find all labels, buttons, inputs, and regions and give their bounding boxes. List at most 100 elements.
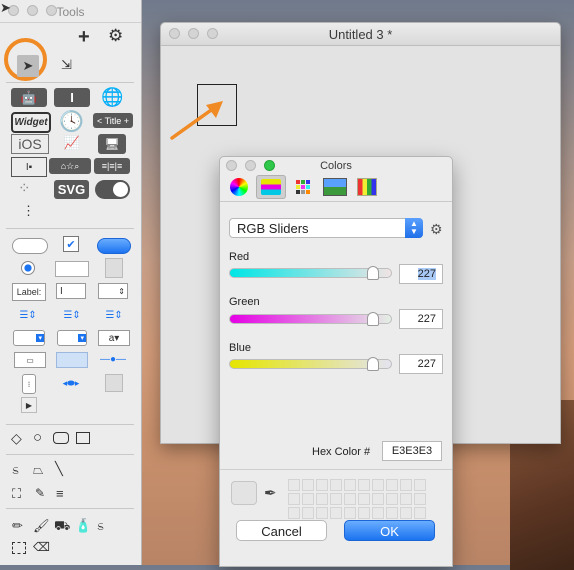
swatch-cell[interactable] xyxy=(400,507,412,519)
clock-icon[interactable]: 🕓 xyxy=(59,109,84,134)
spinner-icon[interactable]: ⁘ xyxy=(18,179,31,197)
slider-icon[interactable]: —●— xyxy=(98,352,128,366)
segmented-icon[interactable]: ≡|≡|≡ xyxy=(94,158,130,174)
eyedropper-icon[interactable]: ✒ xyxy=(264,484,277,502)
rect-icon[interactable] xyxy=(76,432,90,444)
spray-icon[interactable]: 🧴 xyxy=(75,518,91,534)
slider-mode-select[interactable]: RGB Sliders ▲ ▼ xyxy=(229,218,423,238)
globe-icon[interactable]: 🌐 xyxy=(101,87,123,108)
toolbar-icon[interactable]: ⌂☆⌕ xyxy=(49,158,91,174)
rounded-rect-icon[interactable] xyxy=(53,432,69,444)
current-color-swatch[interactable] xyxy=(231,481,257,505)
swatch-cell[interactable] xyxy=(414,479,426,491)
red-slider[interactable] xyxy=(229,266,392,280)
image-palettes-icon[interactable] xyxy=(320,175,350,199)
blue-slider-knob[interactable] xyxy=(367,357,380,371)
document-icon[interactable] xyxy=(105,258,123,278)
gear-icon[interactable]: ⚙ xyxy=(108,26,123,46)
brush-icon[interactable]: ✎ xyxy=(35,486,45,500)
swatch-cell[interactable] xyxy=(414,493,426,505)
swatch-cell[interactable] xyxy=(302,493,314,505)
swatch-cell[interactable] xyxy=(344,479,356,491)
color-sliders-icon[interactable] xyxy=(256,175,286,199)
swatch-cell[interactable] xyxy=(316,507,328,519)
widget-icon[interactable]: Widget xyxy=(11,112,51,133)
textfield-icon[interactable] xyxy=(55,261,89,277)
swatch-cell[interactable] xyxy=(316,479,328,491)
play-icon[interactable]: ▶ xyxy=(21,397,37,413)
eraser-icon[interactable]: ⌫ xyxy=(33,540,50,554)
progress-icon[interactable] xyxy=(56,352,88,368)
fill-icon[interactable]: ⛟ xyxy=(54,518,70,536)
blue-slider[interactable] xyxy=(229,357,392,371)
cancel-button[interactable]: Cancel xyxy=(236,520,327,541)
color-palettes-icon[interactable] xyxy=(288,175,318,199)
swatch-cell[interactable] xyxy=(358,493,370,505)
vertical-stepper-icon[interactable]: ⁝ xyxy=(22,374,36,394)
swatch-cell[interactable] xyxy=(330,507,342,519)
swatch-cell[interactable] xyxy=(330,493,342,505)
label-icon[interactable]: Label: xyxy=(12,283,46,301)
swatch-cell[interactable] xyxy=(414,507,426,519)
chart-icon[interactable]: 📈 xyxy=(56,134,88,152)
red-value-field[interactable]: 227 xyxy=(399,264,443,284)
text-cursor-icon[interactable]: I xyxy=(56,283,86,299)
title-bar-icon[interactable]: < Title + xyxy=(93,113,133,128)
combo-icon[interactable]: ▾ xyxy=(57,330,87,346)
image-well-icon[interactable] xyxy=(105,374,123,392)
checkbox-icon[interactable]: ✔ xyxy=(63,236,79,252)
blue-value-field[interactable]: 227 xyxy=(399,354,443,374)
pill-button-icon[interactable] xyxy=(12,238,48,254)
ios-icon[interactable]: iOS xyxy=(11,134,49,154)
svg-icon[interactable]: SVG xyxy=(54,180,89,199)
blue-button-icon[interactable] xyxy=(97,238,131,254)
crayons-icon[interactable] xyxy=(352,175,382,199)
swatch-cell[interactable] xyxy=(400,479,412,491)
paintbrush-icon[interactable]: 🖌 xyxy=(33,518,50,534)
text-popup-icon[interactable]: a▾ xyxy=(98,330,130,346)
swatch-cell[interactable] xyxy=(316,493,328,505)
bucket-icon[interactable]: ⛶ xyxy=(12,486,21,502)
swatch-cell[interactable] xyxy=(288,493,300,505)
red-slider-knob[interactable] xyxy=(367,266,380,280)
move-arrow-icon[interactable]: ⇲ xyxy=(61,57,72,73)
swatch-cell[interactable] xyxy=(302,507,314,519)
swatch-cell[interactable] xyxy=(372,493,384,505)
color-wheel-icon[interactable] xyxy=(224,175,254,199)
marquee-icon[interactable] xyxy=(12,542,26,554)
swatch-cell[interactable] xyxy=(288,507,300,519)
swatch-cell[interactable] xyxy=(358,507,370,519)
tree-icon[interactable]: ⋮ xyxy=(22,203,35,219)
swatch-cell[interactable] xyxy=(386,479,398,491)
swatch-cell[interactable] xyxy=(302,479,314,491)
android-icon[interactable]: 🤖 xyxy=(11,88,47,107)
circle-icon[interactable]: ○ xyxy=(33,429,42,446)
swatch-cell[interactable] xyxy=(372,507,384,519)
slider-settings-gear-icon[interactable]: ⚙ xyxy=(430,221,443,238)
swatch-cell[interactable] xyxy=(330,479,342,491)
pen-curve-icon[interactable]: ಽ xyxy=(12,462,19,478)
android-text-icon[interactable]: I xyxy=(54,88,90,107)
polygon-icon[interactable]: ⏢ xyxy=(33,462,43,478)
add-icon[interactable]: + xyxy=(78,26,90,49)
line-icon[interactable]: ╲ xyxy=(55,461,63,477)
popup-icon[interactable]: ▾ xyxy=(13,330,45,346)
segment-slider-icon[interactable]: ◂⬬▸ xyxy=(51,377,91,389)
monitor-icon[interactable]: 🖥 xyxy=(98,134,126,154)
toggle-icon[interactable] xyxy=(95,180,130,199)
swatch-cell[interactable] xyxy=(386,493,398,505)
pencil-icon[interactable]: ✏ xyxy=(12,518,23,534)
swatch-cell[interactable] xyxy=(372,479,384,491)
green-slider[interactable] xyxy=(229,312,392,326)
smudge-icon[interactable]: ಽ xyxy=(97,518,104,534)
hex-value-field[interactable]: E3E3E3 xyxy=(382,441,442,461)
swatch-cell[interactable] xyxy=(400,493,412,505)
swatch-cell[interactable] xyxy=(288,479,300,491)
green-value-field[interactable]: 227 xyxy=(399,309,443,329)
stepper-icon[interactable]: ⇕ xyxy=(98,283,128,299)
list-icon[interactable]: ☰⇕ xyxy=(57,306,87,324)
text-monitor-icon[interactable]: I▪ xyxy=(11,157,47,177)
table-icon[interactable]: ☰⇕ xyxy=(13,306,43,324)
swatch-cell[interactable] xyxy=(344,493,356,505)
green-slider-knob[interactable] xyxy=(367,312,380,326)
